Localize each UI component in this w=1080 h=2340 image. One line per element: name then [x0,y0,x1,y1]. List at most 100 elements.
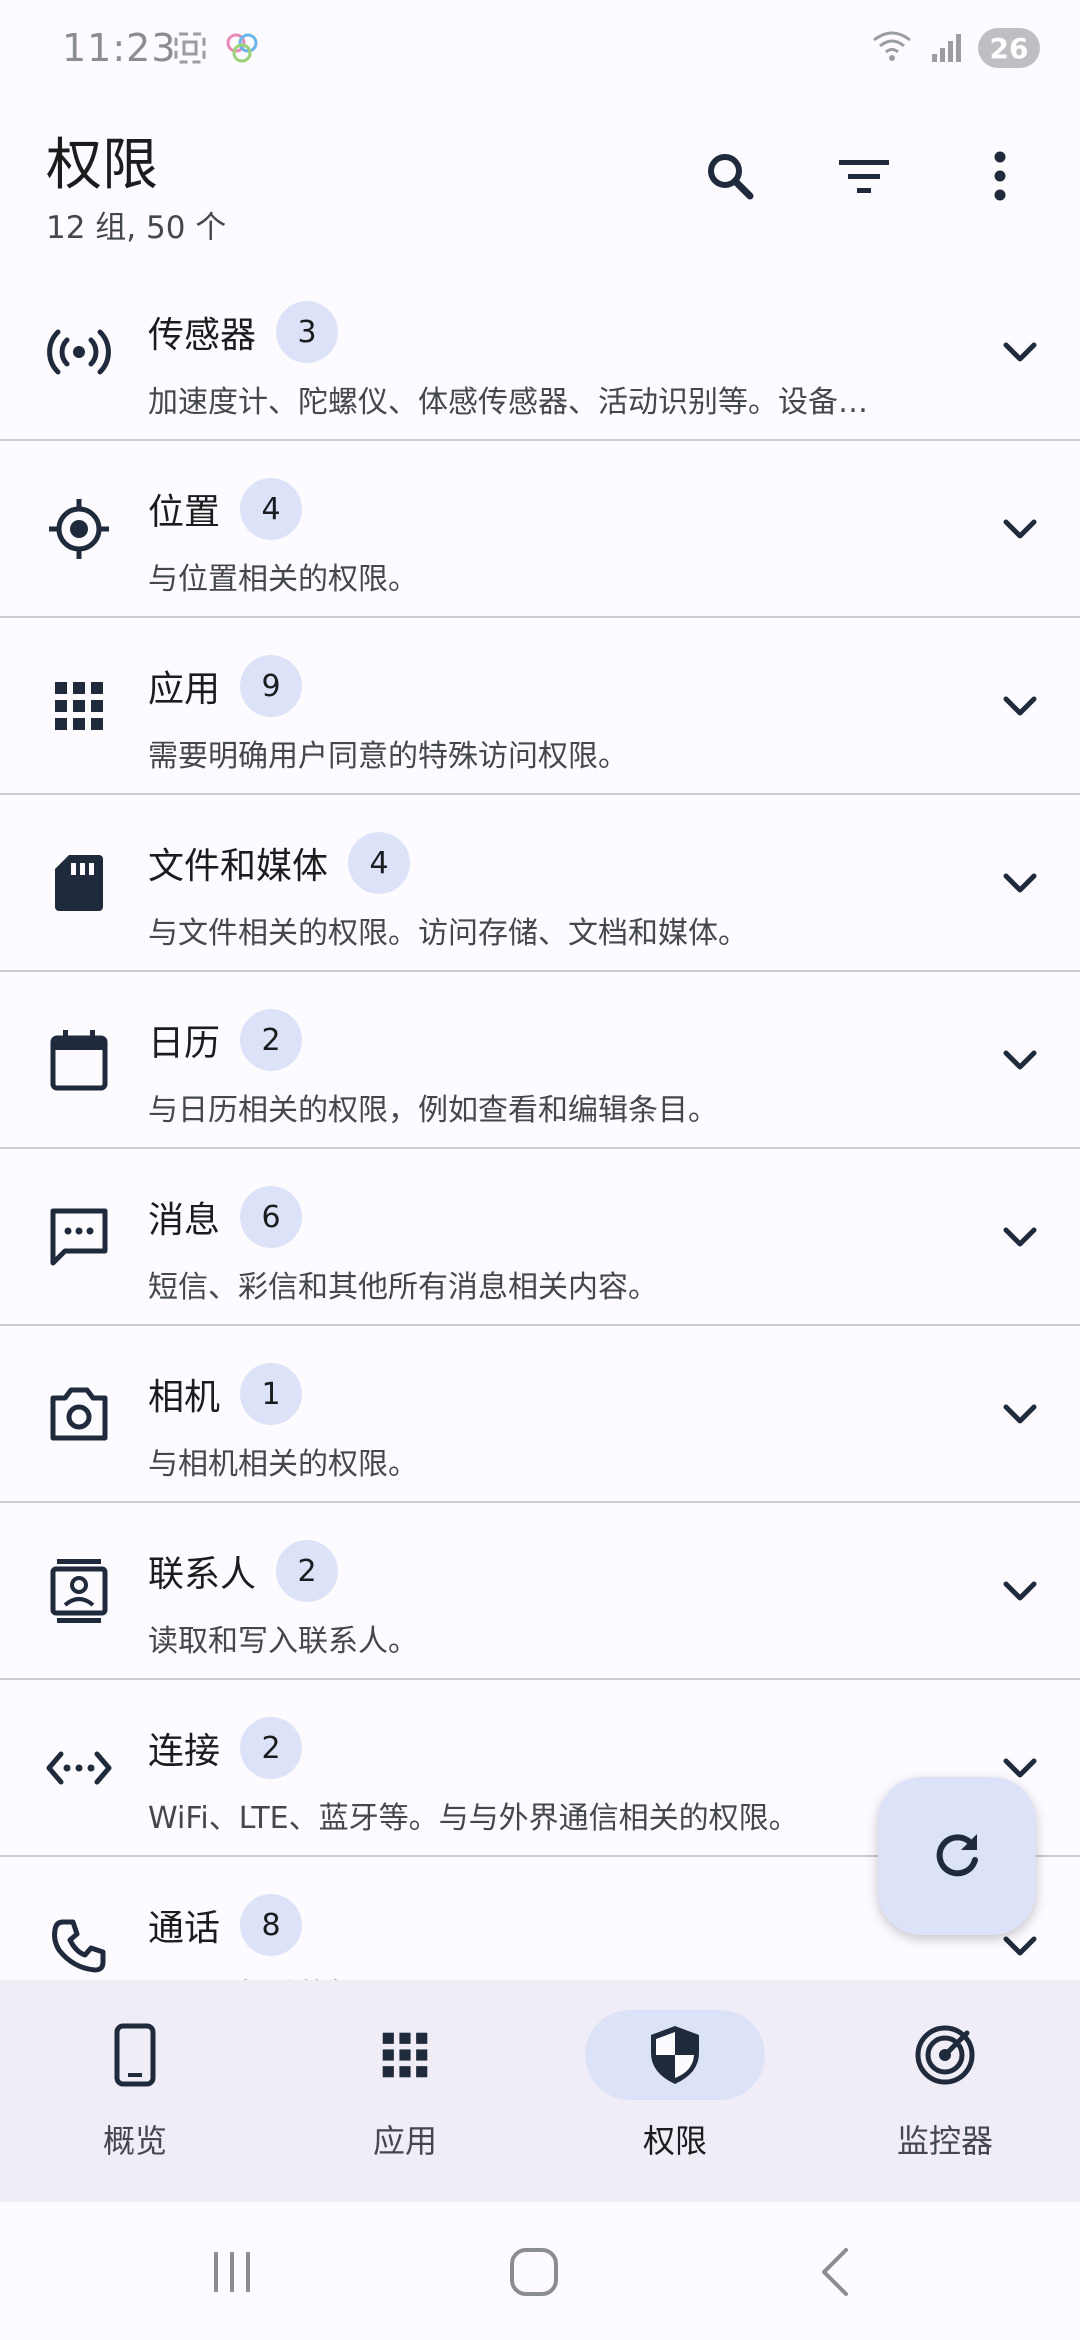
permission-group-row[interactable]: 日历 2 与日历相关的权限，例如查看和编辑条目。 [0,973,1080,1149]
nav-item-apps[interactable]: 应用 [270,1980,540,2202]
group-title-line: 通话 8 [148,1894,303,1956]
group-description: 需要明确用户同意的特殊访问权限。 [148,739,628,774]
wifi-icon [870,28,914,68]
group-title: 消息 [148,1200,221,1241]
permission-group-row[interactable]: 相机 1 与相机相关的权限。 [0,1327,1080,1503]
system-navigation-bar [0,2202,1080,2340]
phone-icon [44,1911,114,1980]
count-badge: 8 [240,1894,303,1956]
location-icon [44,494,114,564]
group-title: 日历 [148,1023,221,1064]
chevron-down-icon [1003,696,1037,716]
recent-apps-button[interactable] [192,2232,272,2312]
bottom-navigation: 概览 应用 权限 监控器 [0,1980,1080,2202]
group-title: 文件和媒体 [148,846,329,887]
status-left-icons [172,30,262,70]
app-header: 权限 12 组, 50 个 [0,110,1080,260]
expand-button[interactable] [990,676,1050,736]
nav-label: 应用 [372,2122,437,2160]
expand-button[interactable] [990,322,1050,382]
group-title-line: 日历 2 [148,1009,303,1071]
group-title: 连接 [148,1731,221,1772]
status-right: 26 [870,28,1040,68]
chevron-down-icon [1003,1050,1037,1070]
permission-group-row[interactable]: 位置 4 与位置相关的权限。 [0,442,1080,618]
filter-icon [839,160,889,193]
nav-pill [45,2010,225,2100]
nav-label: 监控器 [896,2122,993,2160]
expand-button[interactable] [990,499,1050,559]
count-badge: 3 [276,301,339,363]
chevron-down-icon [1003,1404,1037,1424]
home-button[interactable] [494,2232,574,2312]
group-title-line: 文件和媒体 4 [148,832,411,894]
nav-pill-active [585,2010,765,2100]
message-icon [44,1202,114,1272]
nav-item-permissions[interactable]: 权限 [540,1980,810,2202]
expand-button[interactable] [990,1030,1050,1090]
home-icon [510,2248,558,2296]
nav-item-monitor[interactable]: 监控器 [810,1980,1080,2202]
status-time: 11:23 [62,26,177,70]
count-badge: 4 [348,832,411,894]
phone-device-icon [114,2023,156,2087]
chevron-down-icon [1003,342,1037,362]
chevron-down-icon [1003,873,1037,893]
permission-group-list: 传感器 3 加速度计、陀螺仪、体感传感器、活动识别等。设备… 位置 4 与位置相… [0,265,1080,1980]
apps-grid-icon [44,671,114,741]
count-badge: 4 [240,478,303,540]
filter-button[interactable] [824,136,904,216]
page-subtitle: 12 组, 50 个 [46,210,227,246]
connection-icon [44,1733,114,1803]
refresh-button[interactable] [878,1777,1036,1935]
camera-icon [44,1379,114,1449]
group-title: 通话 [148,1908,221,1949]
nav-item-overview[interactable]: 概览 [0,1980,270,2202]
group-description: 与相机相关的权限。 [148,1447,418,1482]
count-badge: 2 [276,1540,339,1602]
cloud-sync-icon [222,30,262,70]
group-title: 联系人 [148,1554,257,1595]
group-description: 与位置相关的权限。 [148,562,418,597]
apps-grid-icon [382,2032,428,2078]
group-description: 与通话相关的权限 [148,1970,928,1980]
screenshot-icon [172,30,208,70]
permission-group-row[interactable]: 消息 6 短信、彩信和其他所有消息相关内容。 [0,1150,1080,1326]
radar-icon [915,2025,975,2085]
search-icon [708,154,754,200]
battery-indicator: 26 [978,28,1040,68]
expand-button[interactable] [990,1207,1050,1267]
count-badge: 6 [240,1186,303,1248]
group-description: 短信、彩信和其他所有消息相关内容。 [148,1270,658,1305]
expand-button[interactable] [990,1384,1050,1444]
permission-group-row[interactable]: 应用 9 需要明确用户同意的特殊访问权限。 [0,619,1080,795]
permission-group-row[interactable]: 传感器 3 加速度计、陀螺仪、体感传感器、活动识别等。设备… [0,265,1080,441]
permission-group-row[interactable]: 联系人 2 读取和写入联系人。 [0,1504,1080,1680]
group-title-line: 消息 6 [148,1186,303,1248]
nav-label: 概览 [102,2122,167,2160]
nav-label: 权限 [642,2122,707,2160]
chevron-down-icon [1003,1581,1037,1601]
permission-group-row[interactable]: 文件和媒体 4 与文件相关的权限。访问存储、文档和媒体。 [0,796,1080,972]
group-title: 相机 [148,1377,221,1418]
group-title-line: 位置 4 [148,478,303,540]
group-title-line: 相机 1 [148,1363,303,1425]
calendar-icon [44,1025,114,1095]
refresh-icon [936,1834,978,1877]
expand-button[interactable] [990,853,1050,913]
back-button[interactable] [796,2232,876,2312]
signal-icon [926,28,966,68]
shield-icon [651,2026,699,2084]
search-button[interactable] [690,136,770,216]
expand-button[interactable] [990,1561,1050,1621]
group-title-line: 连接 2 [148,1717,303,1779]
count-badge: 9 [240,655,303,717]
count-badge: 2 [240,1009,303,1071]
page-title: 权限 [46,133,158,198]
group-title: 位置 [148,492,221,533]
chevron-down-icon [1003,1227,1037,1247]
count-badge: 2 [240,1717,303,1779]
group-description: 与文件相关的权限。访问存储、文档和媒体。 [148,916,748,951]
back-icon [822,2248,848,2296]
more-options-button[interactable] [960,136,1040,216]
